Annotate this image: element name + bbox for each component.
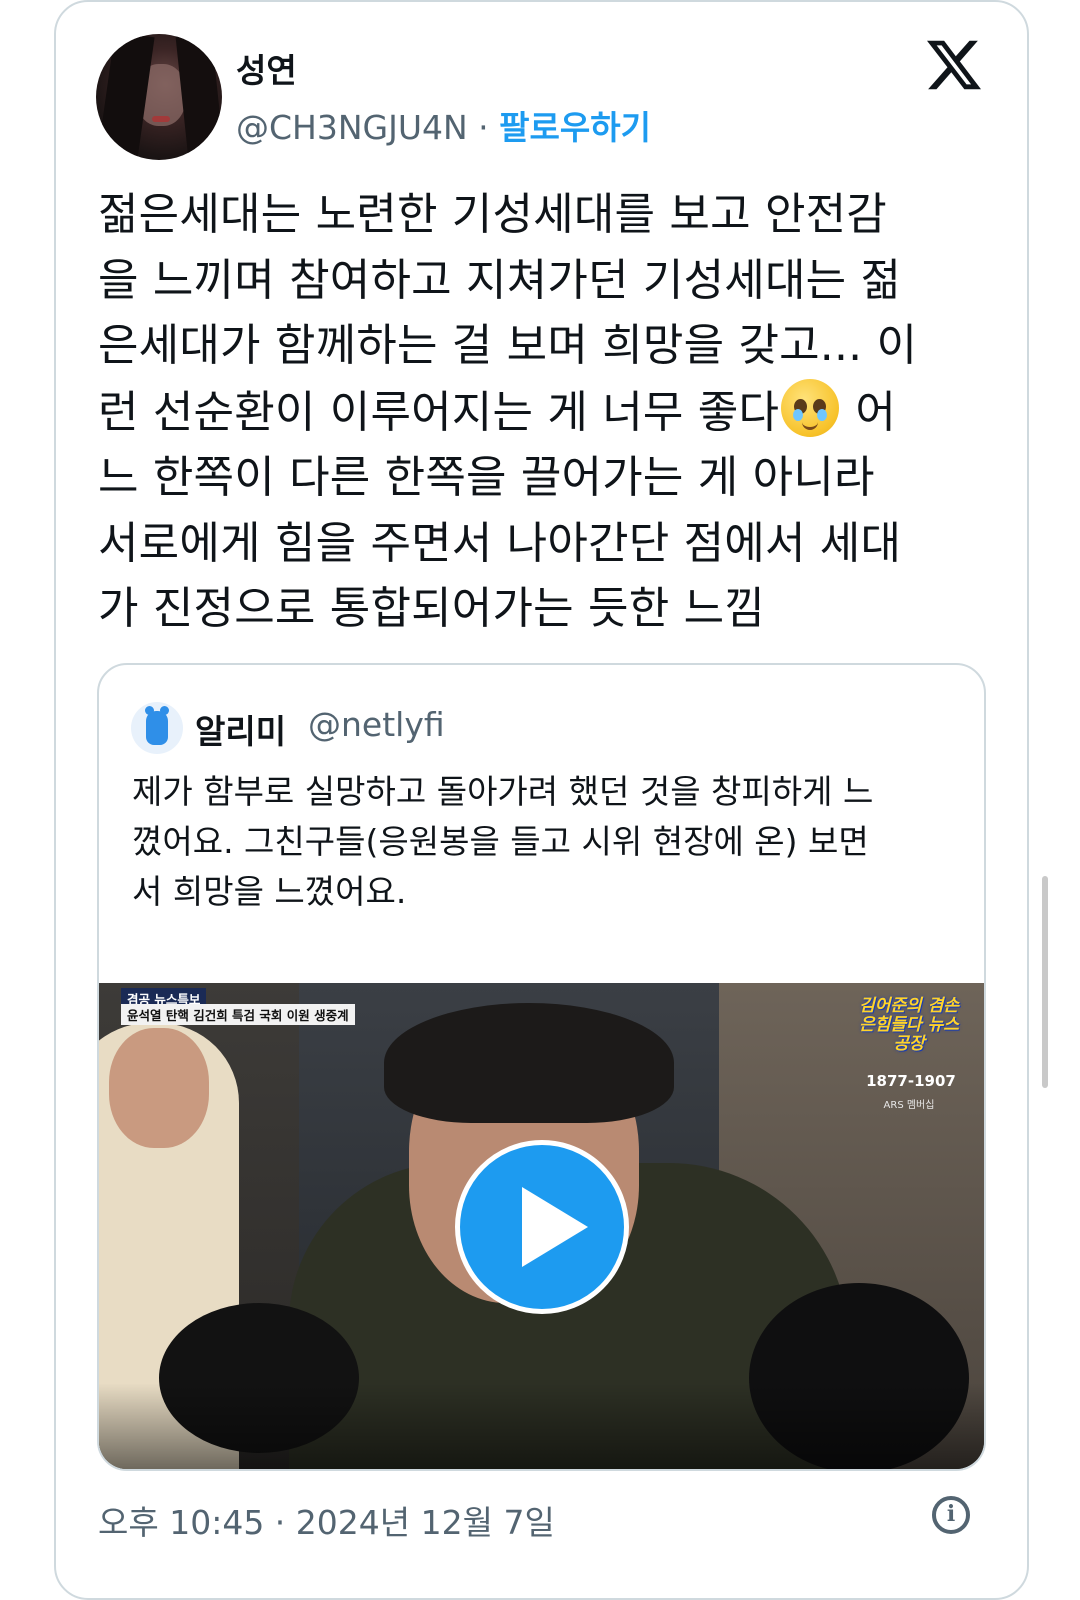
follow-button[interactable]: 팔로우하기 <box>499 108 651 147</box>
author-avatar[interactable] <box>96 34 222 160</box>
video-shadow <box>99 1383 984 1469</box>
scrollbar[interactable] <box>1042 876 1048 1088</box>
quoted-author-handle: @netlyfi <box>308 705 445 744</box>
quoted-author-name: 알리미 <box>195 712 287 751</box>
x-logo-icon[interactable] <box>926 38 982 92</box>
quoted-avatar <box>131 702 183 754</box>
show-logo: 김어준의 겸손은힘들다 뉴스공장 <box>859 996 959 1054</box>
face-holding-back-tears-emoji <box>781 378 840 437</box>
tweet-text: 젊은세대는 노련한 기성세대를 보고 안전감 을 느끼며 참여하고 지쳐가던 기… <box>98 182 998 642</box>
separator: · <box>467 108 500 147</box>
tweet-timestamp[interactable]: 오후 10:45 · 2024년 12월 7일 <box>98 1496 555 1544</box>
quoted-text: 제가 함부로 실망하고 돌아가려 했던 것을 창피하게 느 꼈어요. 그친구들(… <box>132 772 874 911</box>
author-name[interactable]: 성연 <box>236 44 297 92</box>
gummy-bear-icon <box>145 706 169 745</box>
video-person-left-head <box>109 1028 209 1148</box>
show-ars-label: ARS 멤버십 <box>883 1100 935 1111</box>
info-icon[interactable]: i <box>932 1496 970 1534</box>
video-caption-bottom: 윤석열 탄핵 김건희 특검 국회 이원 생중계 <box>121 1004 355 1025</box>
play-button[interactable] <box>455 1140 629 1314</box>
video-player[interactable]: 겸공 뉴스특보 윤석열 탄핵 김건희 특검 국회 이원 생중계 김어준의 겸손은… <box>99 983 984 1469</box>
show-phone: 1877-1907 <box>866 1072 956 1090</box>
play-icon <box>522 1187 588 1267</box>
author-handle-row: @CH3NGJU4N · 팔로우하기 <box>236 101 651 149</box>
video-person-hair <box>384 1003 674 1123</box>
quoted-tweet[interactable]: 알리미 @netlyfi 제가 함부로 실망하고 돌아가려 했던 것을 창피하게… <box>97 663 986 1471</box>
author-handle[interactable]: @CH3NGJU4N <box>236 108 468 147</box>
